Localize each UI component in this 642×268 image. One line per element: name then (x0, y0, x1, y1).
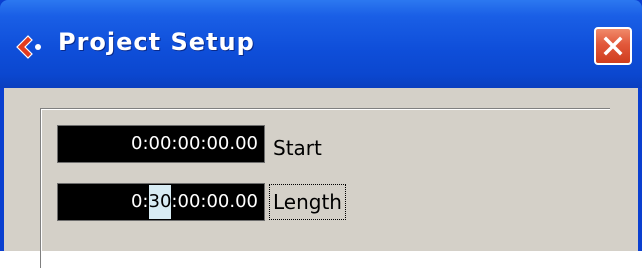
title-bar[interactable]: Project Setup (0, 0, 642, 88)
length-value-rest[interactable]: :00:00.00 (171, 191, 258, 212)
window-title: Project Setup (58, 28, 255, 56)
start-time-field[interactable]: 0:00:00:00.00 (57, 125, 265, 163)
length-value-selected-segment[interactable]: 30 (148, 185, 172, 219)
length-time-field[interactable]: 0:30:00:00.00 (57, 183, 265, 221)
dialog-client-area: 0:00:00:00.00 Start 0:30:00:00.00 Length (4, 88, 638, 268)
close-button[interactable] (594, 27, 632, 65)
project-setup-window: Project Setup 0:00:00:00.00 Start 0:30:0… (0, 0, 642, 268)
close-icon (596, 29, 630, 63)
cubase-logo-icon[interactable] (14, 34, 44, 60)
start-label: Start (273, 136, 322, 160)
length-value-hours[interactable]: 0: (131, 191, 149, 212)
length-label: Length (269, 184, 346, 220)
